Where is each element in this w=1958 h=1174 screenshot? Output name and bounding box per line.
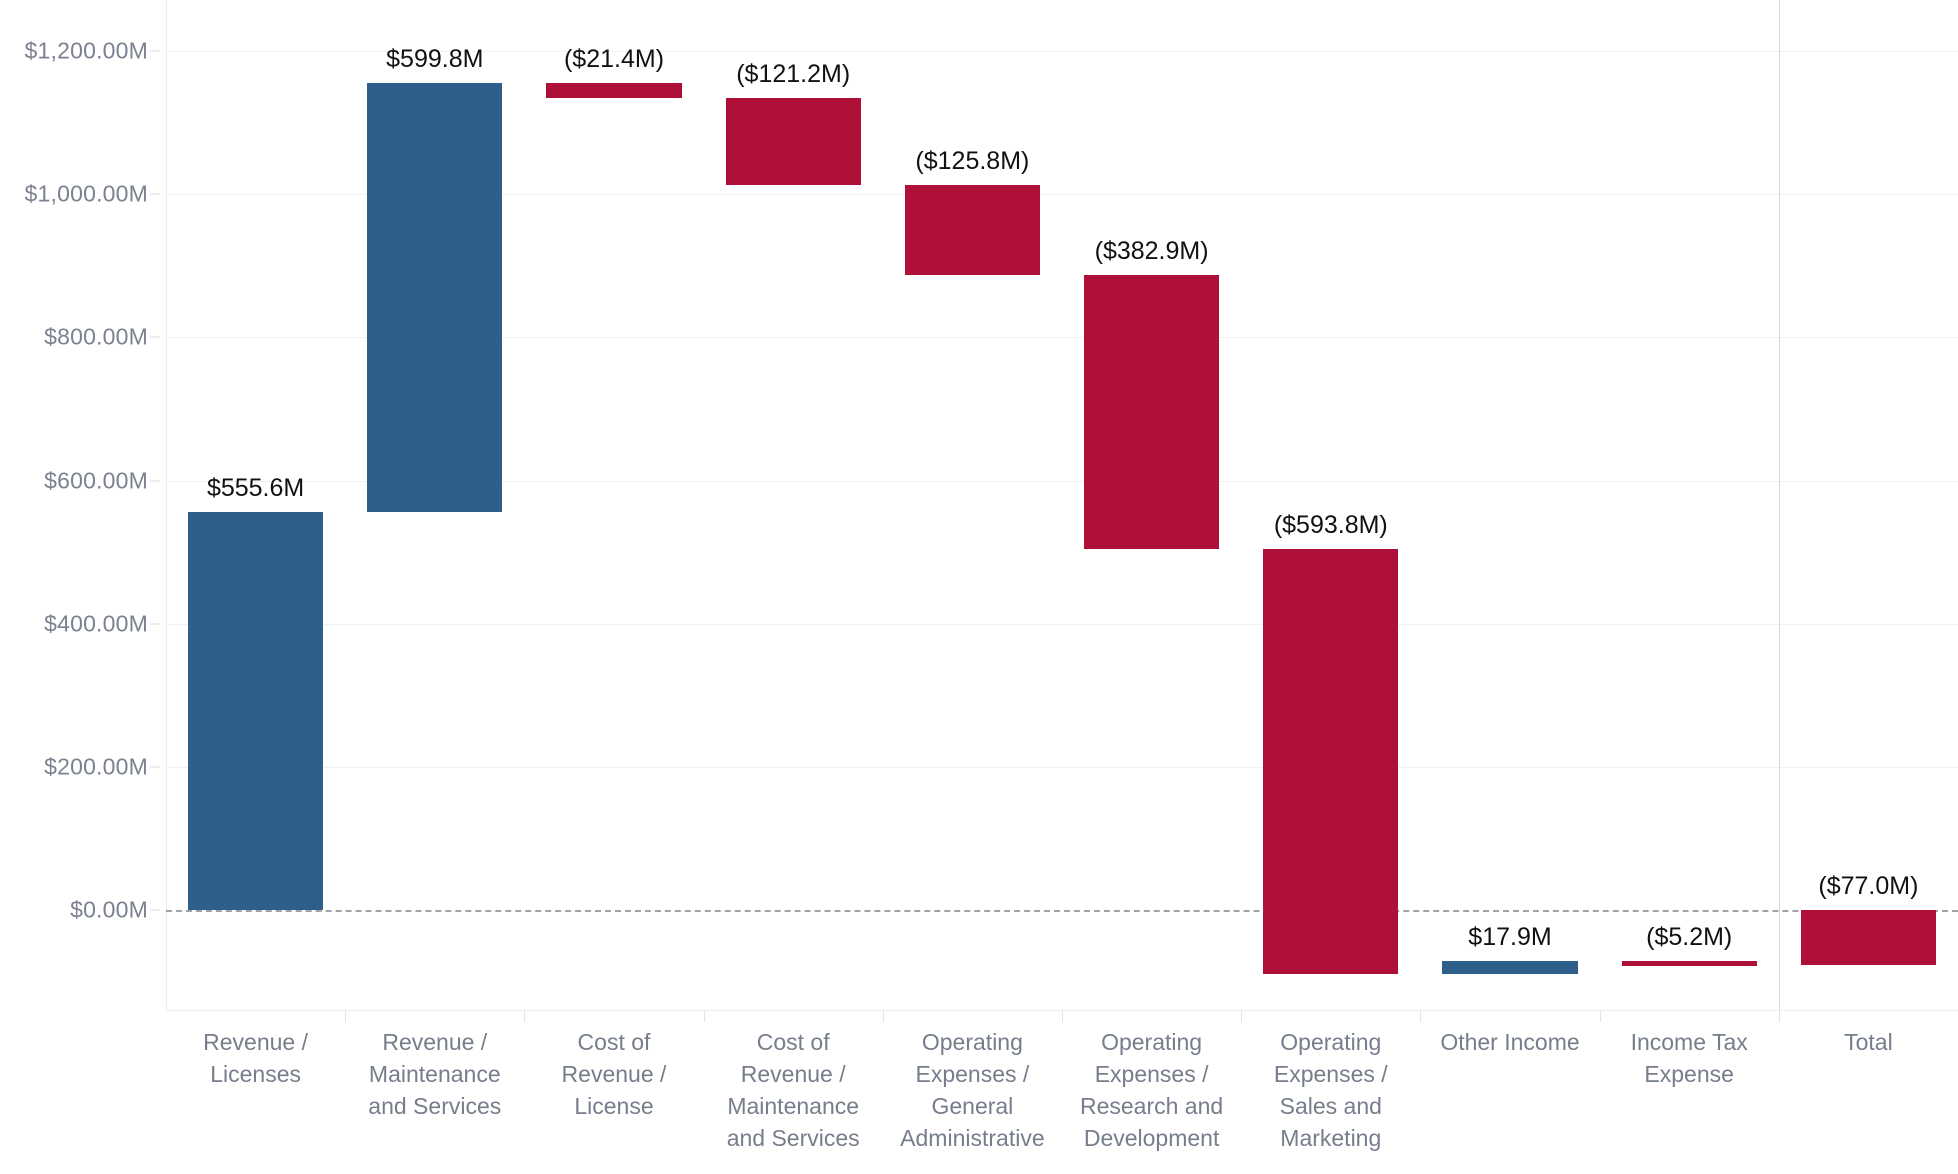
x-axis-category-label[interactable]: Cost of Revenue / License [524,1026,703,1122]
x-axis-tick-mark [1241,1010,1243,1022]
x-axis-tick-mark [882,1010,884,1022]
x-axis-tick-mark [703,1010,705,1022]
y-axis-tick-mark [150,909,160,911]
bar-value-label: ($382.9M) [1094,237,1209,266]
y-axis-tick-mark [150,193,160,195]
bar-value-label: ($5.2M) [1646,923,1733,952]
waterfall-bar[interactable] [187,512,324,910]
y-axis-tick-mark [150,480,160,481]
x-axis-category-label[interactable]: Revenue / Licenses [166,1026,345,1090]
total-column-separator [1778,0,1780,1010]
gridline [166,623,1958,625]
x-axis-tick-mark [1599,1010,1601,1022]
x-axis-category-label[interactable]: Operating Expenses / General Administrat… [883,1026,1062,1154]
gridline [166,766,1958,768]
y-axis-tick-mark [150,50,160,52]
waterfall-bar[interactable] [1621,961,1757,967]
bar-value-label: ($121.2M) [736,60,851,89]
waterfall-chart: $1,200.00M $1,000.00M $800.00M $600.00M $400… [0,0,1958,1174]
bar-value-label: ($125.8M) [915,147,1030,175]
x-axis: Revenue / Licenses Revenue / Maintenance … [166,1010,1958,1174]
y-axis-tick-label: $400.00M [44,610,148,637]
bar-value-label: $17.9M [1468,923,1552,952]
x-axis-category-label[interactable]: Other Income [1420,1026,1599,1058]
y-axis-tick-label: $1,200.00M [24,37,148,64]
zero-baseline [166,910,1958,912]
waterfall-bar[interactable] [1263,549,1399,975]
x-axis-tick-mark [1778,1010,1780,1022]
y-axis-tick-mark [150,623,160,625]
x-axis-tick-mark [1062,1010,1063,1022]
x-axis-category-label[interactable]: Cost of Revenue / Maintenance and Servic… [704,1026,883,1154]
x-axis-tick-mark [524,1010,526,1022]
y-axis-tick-mark [150,766,160,768]
y-axis-tick-mark [150,336,160,338]
waterfall-bar[interactable] [1800,910,1937,966]
y-axis-tick-label: $600.00M [44,467,148,493]
x-axis-category-label[interactable]: Operating Expenses / Sales and Marketing [1241,1026,1420,1154]
y-axis-tick-label: $0.00M [70,896,148,923]
y-axis: $1,200.00M $1,000.00M $800.00M $600.00M $400… [0,0,160,1010]
bar-value-label: ($21.4M) [563,44,665,73]
x-axis-category-label[interactable]: Operating Expenses / Research and Develo… [1062,1026,1241,1154]
x-axis-category-label[interactable]: Income Tax Expense [1600,1026,1779,1090]
waterfall-bar[interactable] [546,82,682,99]
x-axis-tick-mark [1420,1010,1422,1022]
bar-value-label: ($77.0M) [1818,872,1919,900]
x-axis-category-label[interactable]: Revenue / Maintenance and Services [345,1026,524,1122]
waterfall-bar[interactable] [904,185,1041,276]
waterfall-bar[interactable] [725,98,861,185]
plot-area: $555.6M $599.8M ($21.4M) ($121.2M) ($125.8M)… [166,0,1958,1010]
waterfall-bar[interactable] [367,82,503,513]
x-axis-tick-mark [345,1010,347,1022]
bar-value-label: $599.8M [386,44,484,73]
y-axis-tick-label: $800.00M [44,323,148,350]
y-axis-tick-label: $1,000.00M [24,180,148,207]
waterfall-bar[interactable] [1442,961,1578,975]
bar-value-label: $555.6M [206,474,305,503]
waterfall-bar[interactable] [1083,275,1220,550]
y-axis-tick-label: $200.00M [44,753,148,780]
bar-value-label: ($593.8M) [1273,511,1388,540]
x-axis-category-label[interactable]: Total [1779,1026,1958,1058]
